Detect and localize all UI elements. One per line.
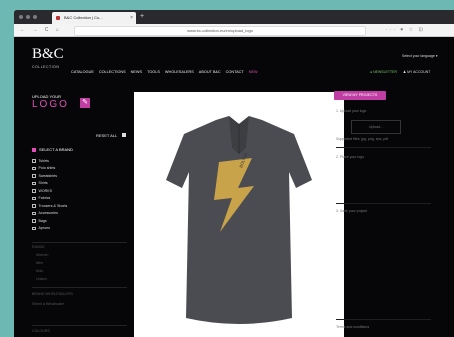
menu-item-new[interactable]: NEW bbox=[249, 70, 258, 74]
checkbox[interactable] bbox=[32, 159, 36, 163]
checkbox[interactable] bbox=[32, 211, 36, 215]
nav-buttons[interactable]: ← → C ⌂ bbox=[20, 24, 62, 36]
checkbox[interactable] bbox=[32, 204, 36, 208]
brand-option-label: Tshirts bbox=[38, 158, 49, 163]
tab-title: B&C Collection | Cu... bbox=[64, 15, 103, 20]
browser-window: B&C Collection | Cu... × + ← → C ⌂ www.b… bbox=[14, 10, 454, 337]
brand-option[interactable]: Accessories bbox=[32, 210, 67, 218]
checkbox[interactable] bbox=[32, 181, 36, 185]
brand-option[interactable]: Trousers & Shorts bbox=[32, 202, 67, 210]
polo-shirt-image: BOLT 01 bbox=[166, 116, 312, 324]
menu-item-news[interactable]: NEWS bbox=[131, 70, 142, 74]
window-controls[interactable] bbox=[19, 15, 37, 19]
checkbox[interactable] bbox=[32, 174, 36, 178]
range-option[interactable]: Women bbox=[36, 253, 48, 257]
product-preview[interactable]: BOLT 01 bbox=[134, 92, 344, 337]
checkbox[interactable] bbox=[32, 196, 36, 200]
brand-option-label: Fabrics bbox=[38, 196, 51, 201]
my-account-link[interactable]: ♟ MY ACCOUNT bbox=[403, 70, 430, 74]
brand-option-label: Shirts bbox=[38, 181, 48, 186]
divider bbox=[32, 242, 127, 243]
wholesalers-section-title[interactable]: BRAND WHOLESALERS bbox=[32, 292, 73, 296]
reset-all-link[interactable]: RESET ALL bbox=[96, 133, 117, 138]
account-links: ● NEWSLETTER ♟ MY ACCOUNT bbox=[370, 70, 430, 74]
brand-option-label: Trousers & Shorts bbox=[38, 203, 68, 208]
brand-filter-list: Tshirts Polo shirts Sweatshirts Shirts W… bbox=[32, 157, 67, 232]
step-place-title: 2. Place your logo bbox=[336, 155, 365, 159]
range-option[interactable]: Unisex bbox=[36, 277, 47, 281]
filter-marker-icon bbox=[32, 147, 36, 152]
range-section-title[interactable]: RANGE bbox=[32, 245, 45, 249]
upload-edit-icon[interactable]: ✎ bbox=[80, 98, 90, 108]
menu-item-catalogue[interactable]: CATALOGUE bbox=[71, 70, 94, 74]
menu-item-tools[interactable]: TOOLS bbox=[147, 70, 160, 74]
main-menu: CATALOGUE COLLECTIONS NEWS TOOLS WHOLESA… bbox=[71, 70, 258, 74]
close-dot-icon[interactable] bbox=[19, 15, 23, 19]
brand-filter-heading[interactable]: SELECT A BRAND bbox=[32, 147, 73, 152]
view-projects-button[interactable]: VIEW MY PROJECTS bbox=[334, 91, 386, 100]
brand-option[interactable]: Bags bbox=[32, 217, 67, 225]
favicon-icon bbox=[56, 16, 60, 20]
upload-file-button[interactable]: Upload... bbox=[351, 120, 401, 134]
tab-close-icon[interactable]: × bbox=[130, 12, 133, 24]
divider bbox=[336, 147, 431, 148]
maximize-dot-icon[interactable] bbox=[33, 15, 37, 19]
supported-files-note: Supported files: jpg, png, eps, pdf bbox=[336, 137, 389, 141]
brand-option-label: Sweatshirts bbox=[38, 173, 58, 178]
terms-link[interactable]: Terms and conditions bbox=[336, 325, 369, 329]
brand-option[interactable]: Fabrics bbox=[32, 195, 67, 203]
browser-tools[interactable]: ··· ♥ ☆ ⊡ bbox=[386, 24, 425, 36]
upload-label-big: LOGO bbox=[32, 99, 69, 110]
step-upload-title: 1. Upload your logo bbox=[336, 109, 367, 113]
step-save-title[interactable]: 3. Save your project bbox=[336, 209, 367, 213]
brand-logo[interactable]: B&C bbox=[32, 47, 64, 62]
brand-filter-title: SELECT A BRAND bbox=[39, 147, 73, 152]
reset-checkbox[interactable] bbox=[122, 133, 126, 137]
brand-option-label: Aprons bbox=[38, 226, 50, 231]
wholesaler-select[interactable]: Select a Wholesaler bbox=[32, 302, 64, 306]
address-bar[interactable]: www.bc-collection.eu/en/upload_logo bbox=[74, 26, 366, 36]
new-tab-button[interactable]: + bbox=[140, 12, 144, 22]
tab-bar: B&C Collection | Cu... × + bbox=[14, 10, 454, 24]
divider bbox=[336, 203, 431, 204]
brand-option-label: Accessories bbox=[38, 211, 58, 216]
newsletter-link[interactable]: ● NEWSLETTER bbox=[370, 70, 397, 74]
brand-option[interactable]: Tshirts bbox=[32, 157, 67, 165]
brand-option[interactable]: Shirts bbox=[32, 180, 67, 188]
checkbox[interactable] bbox=[32, 166, 36, 170]
brand-option[interactable]: WORKS bbox=[32, 187, 67, 195]
minimize-dot-icon[interactable] bbox=[26, 15, 30, 19]
brand-option[interactable]: Polo shirts bbox=[32, 165, 67, 173]
menu-item-about[interactable]: ABOUT B&C bbox=[199, 70, 221, 74]
checkbox[interactable] bbox=[32, 219, 36, 223]
upload-logo-panel: UPLOAD YOUR LOGO ✎ bbox=[32, 94, 90, 111]
browser-tab[interactable]: B&C Collection | Cu... × bbox=[52, 12, 136, 24]
browser-toolbar: ← → C ⌂ www.bc-collection.eu/en/upload_l… bbox=[14, 24, 454, 37]
brand-option[interactable]: Aprons bbox=[32, 225, 67, 233]
menu-item-collections[interactable]: COLLECTIONS bbox=[99, 70, 126, 74]
menu-item-wholesalers[interactable]: WHOLESALERS bbox=[165, 70, 194, 74]
brand-logo-subtitle: COLLECTION bbox=[32, 65, 60, 69]
brand-option[interactable]: Sweatshirts bbox=[32, 172, 67, 180]
colours-section-title[interactable]: COLOURS bbox=[32, 329, 50, 333]
language-select[interactable]: Select your language ▾ bbox=[402, 54, 438, 58]
checkbox[interactable] bbox=[32, 226, 36, 230]
range-option[interactable]: Kids bbox=[36, 269, 43, 273]
brand-option-label: WORKS bbox=[38, 188, 53, 193]
divider bbox=[32, 325, 127, 326]
menu-item-contact[interactable]: CONTACT bbox=[226, 70, 244, 74]
range-option[interactable]: Men bbox=[36, 261, 43, 265]
brand-option-label: Bags bbox=[38, 218, 47, 223]
brand-option-label: Polo shirts bbox=[38, 166, 56, 171]
divider bbox=[32, 287, 127, 288]
web-page: B&C COLLECTION Select your language ▾ CA… bbox=[14, 37, 454, 337]
checkbox[interactable] bbox=[32, 189, 36, 193]
divider bbox=[336, 319, 431, 320]
